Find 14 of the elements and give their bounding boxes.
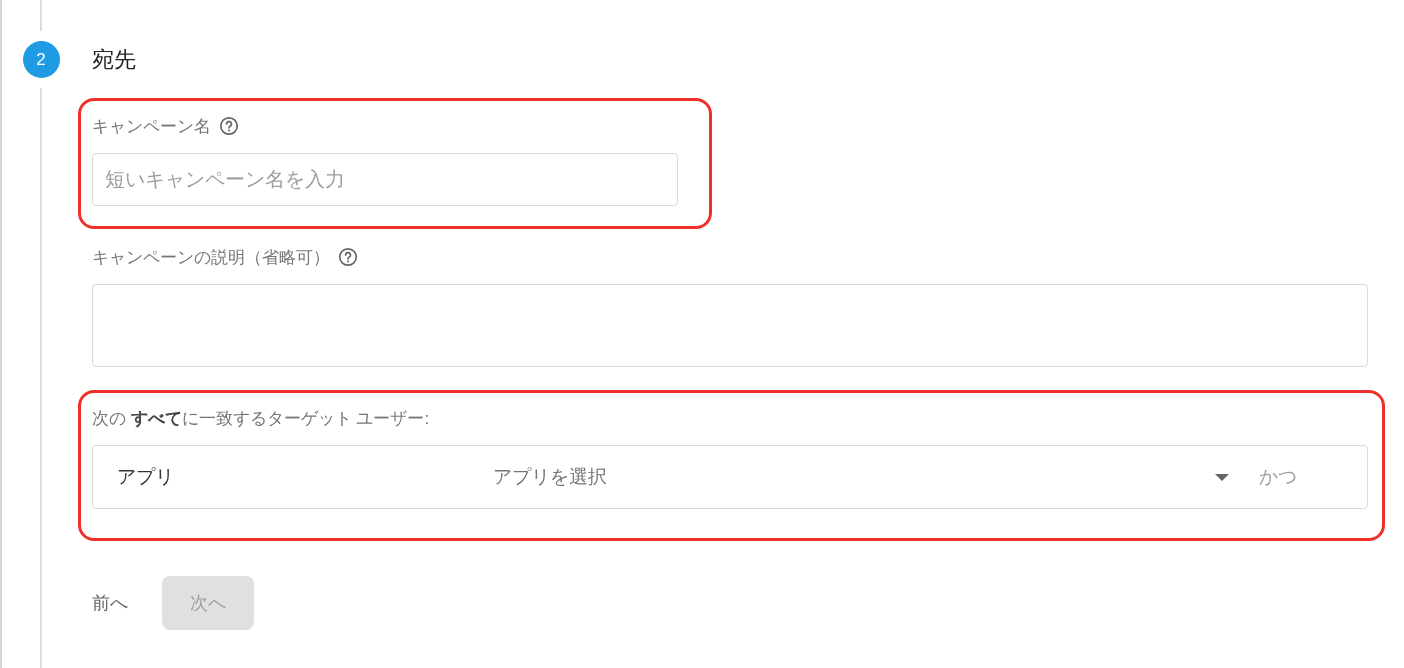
step-title: 宛先 [92,46,136,74]
field-label: キャンペーン名 [92,115,211,138]
app-select[interactable]: アプリを選択 [493,464,1215,490]
campaign-name-field[interactable]: 短いキャンペーン名を入力 [92,153,678,206]
field-label: 次の すべてに一致するターゲット ユーザー: [92,407,430,430]
condition-type: アプリ [117,465,175,489]
help-icon[interactable] [219,116,239,136]
field-label: キャンペーンの説明（省略可） [92,246,330,269]
conjunction-label: かつ [1259,465,1297,489]
step-number: 2 [22,41,60,78]
description-field[interactable] [92,284,1368,367]
help-icon[interactable] [338,247,358,267]
back-button[interactable]: 前へ [92,576,128,630]
caret-icon[interactable] [1215,473,1229,481]
